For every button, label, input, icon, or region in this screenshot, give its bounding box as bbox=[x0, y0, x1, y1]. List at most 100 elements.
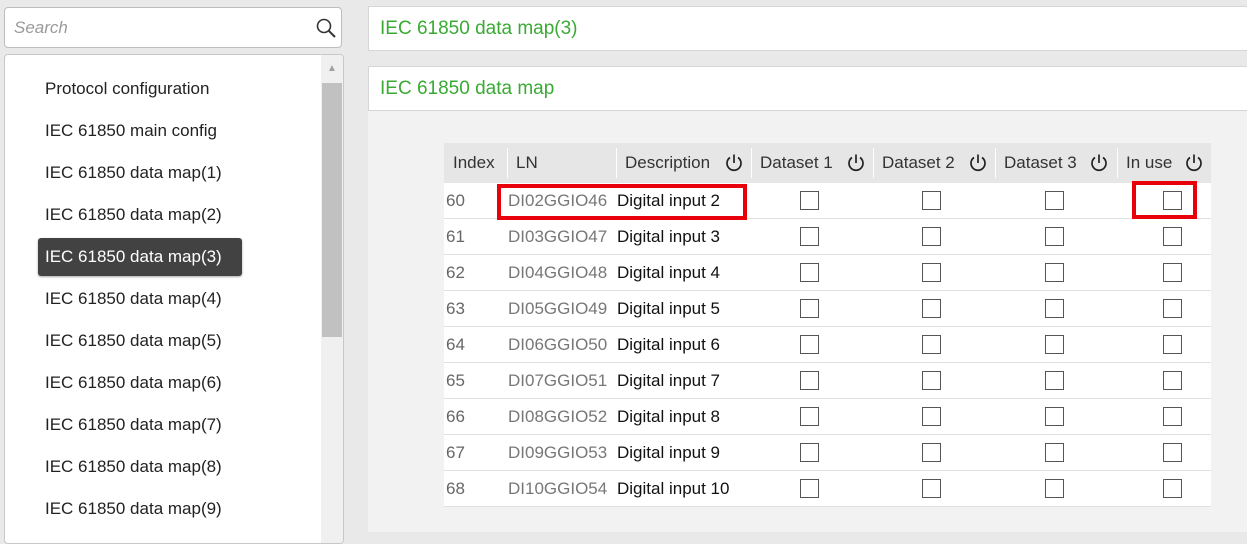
column-header-dataset3[interactable]: Dataset 3 bbox=[995, 143, 1117, 183]
dataset3-checkbox[interactable] bbox=[1045, 335, 1064, 354]
dataset2-checkbox[interactable] bbox=[922, 371, 941, 390]
row-ln: DI04GGIO48 bbox=[508, 263, 608, 282]
row-ln: DI06GGIO50 bbox=[508, 335, 608, 354]
row-index: 60 bbox=[446, 191, 465, 210]
row-index: 61 bbox=[446, 227, 465, 246]
row-ln: DI08GGIO52 bbox=[508, 407, 608, 426]
power-reset-icon[interactable] bbox=[724, 153, 744, 173]
column-header-description[interactable]: Description bbox=[616, 143, 751, 183]
power-reset-icon[interactable] bbox=[968, 153, 988, 173]
dataset1-checkbox[interactable] bbox=[800, 191, 819, 210]
dataset3-checkbox[interactable] bbox=[1045, 191, 1064, 210]
power-reset-icon[interactable] bbox=[1184, 153, 1204, 173]
dataset3-checkbox[interactable] bbox=[1045, 407, 1064, 426]
dataset2-checkbox[interactable] bbox=[922, 479, 941, 498]
in-use-checkbox[interactable] bbox=[1163, 191, 1182, 210]
dataset3-checkbox[interactable] bbox=[1045, 443, 1064, 462]
in-use-checkbox[interactable] bbox=[1163, 299, 1182, 318]
table-row: 60 DI02GGIO46 Digital input 2 bbox=[444, 183, 1211, 219]
row-index: 66 bbox=[446, 407, 465, 426]
in-use-checkbox[interactable] bbox=[1163, 335, 1182, 354]
dataset2-checkbox[interactable] bbox=[922, 443, 941, 462]
dataset1-checkbox[interactable] bbox=[800, 371, 819, 390]
sidebar-item[interactable]: Protocol configuration bbox=[38, 70, 216, 108]
sidebar-item[interactable]: IEC 61850 main config bbox=[38, 112, 224, 150]
dataset3-checkbox[interactable] bbox=[1045, 227, 1064, 246]
row-description: Digital input 10 bbox=[617, 479, 730, 498]
sidebar-item[interactable]: IEC 61850 data map(7) bbox=[38, 406, 229, 444]
section-title[interactable]: IEC 61850 data map bbox=[368, 66, 1247, 111]
column-header-dataset1[interactable]: Dataset 1 bbox=[751, 143, 873, 183]
sidebar-item[interactable]: IEC 61850 data map(2) bbox=[38, 196, 229, 234]
dataset1-checkbox[interactable] bbox=[800, 443, 819, 462]
column-header-ln: LN bbox=[507, 143, 616, 183]
dataset3-checkbox[interactable] bbox=[1045, 479, 1064, 498]
dataset1-checkbox[interactable] bbox=[800, 479, 819, 498]
row-description: Digital input 9 bbox=[617, 443, 721, 462]
dataset2-checkbox[interactable] bbox=[922, 299, 941, 318]
dataset1-checkbox[interactable] bbox=[800, 407, 819, 426]
in-use-checkbox[interactable] bbox=[1163, 407, 1182, 426]
table-row: 67 DI09GGIO53 Digital input 9 bbox=[444, 435, 1211, 471]
sidebar-item[interactable]: IEC 61850 data map(1) bbox=[38, 154, 229, 192]
search-input[interactable] bbox=[14, 16, 304, 40]
column-header-dataset2[interactable]: Dataset 2 bbox=[873, 143, 995, 183]
sidebar-item[interactable]: IEC 61850 data map(4) bbox=[38, 280, 229, 318]
dataset1-checkbox[interactable] bbox=[800, 299, 819, 318]
table-row: 61 DI03GGIO47 Digital input 3 bbox=[444, 219, 1211, 255]
in-use-checkbox[interactable] bbox=[1163, 263, 1182, 282]
sidebar-item[interactable]: IEC 61850 data map(9) bbox=[38, 490, 229, 528]
dataset2-checkbox[interactable] bbox=[922, 335, 941, 354]
dataset2-checkbox[interactable] bbox=[922, 227, 941, 246]
column-header-in-use[interactable]: In use bbox=[1117, 143, 1211, 183]
row-ln: DI05GGIO49 bbox=[508, 299, 608, 318]
row-description: Digital input 7 bbox=[617, 371, 721, 390]
dataset3-checkbox[interactable] bbox=[1045, 263, 1064, 282]
search-box[interactable] bbox=[4, 7, 342, 48]
table-row: 68 DI10GGIO54 Digital input 10 bbox=[444, 471, 1211, 507]
dataset2-checkbox[interactable] bbox=[922, 263, 941, 282]
page-title: IEC 61850 data map(3) bbox=[368, 6, 1247, 51]
scrollbar-thumb[interactable] bbox=[322, 83, 342, 337]
row-description: Digital input 6 bbox=[617, 335, 721, 354]
table-row: 62 DI04GGIO48 Digital input 4 bbox=[444, 255, 1211, 291]
row-index: 68 bbox=[446, 479, 465, 498]
search-icon[interactable] bbox=[315, 17, 337, 39]
dataset2-checkbox[interactable] bbox=[922, 407, 941, 426]
row-ln: DI03GGIO47 bbox=[508, 227, 608, 246]
in-use-checkbox[interactable] bbox=[1163, 227, 1182, 246]
table-row: 63 DI05GGIO49 Digital input 5 bbox=[444, 291, 1211, 327]
scrollbar[interactable]: ▲ bbox=[321, 55, 343, 543]
sidebar-item[interactable]: IEC 61850 data map(5) bbox=[38, 322, 229, 360]
sidebar-item[interactable]: IEC 61850 data map(6) bbox=[38, 364, 229, 402]
dataset3-checkbox[interactable] bbox=[1045, 371, 1064, 390]
table-header: Index LN Description Dataset 1 Dataset 2… bbox=[444, 143, 1211, 183]
dataset1-checkbox[interactable] bbox=[800, 335, 819, 354]
sidebar-item[interactable]: IEC 61850 data map(8) bbox=[38, 448, 229, 486]
in-use-checkbox[interactable] bbox=[1163, 479, 1182, 498]
scroll-up-icon[interactable]: ▲ bbox=[321, 55, 343, 81]
row-ln: DI09GGIO53 bbox=[508, 443, 608, 462]
table-row: 65 DI07GGIO51 Digital input 7 bbox=[444, 363, 1211, 399]
power-reset-icon[interactable] bbox=[846, 153, 866, 173]
table-row: 64 DI06GGIO50 Digital input 6 bbox=[444, 327, 1211, 363]
dataset3-checkbox[interactable] bbox=[1045, 299, 1064, 318]
row-ln: DI02GGIO46 bbox=[508, 191, 608, 210]
dataset1-checkbox[interactable] bbox=[800, 227, 819, 246]
row-description: Digital input 2 bbox=[617, 191, 721, 210]
row-ln: DI10GGIO54 bbox=[508, 479, 608, 498]
row-description: Digital input 4 bbox=[617, 263, 721, 282]
table-row: 66 DI08GGIO52 Digital input 8 bbox=[444, 399, 1211, 435]
in-use-checkbox[interactable] bbox=[1163, 443, 1182, 462]
power-reset-icon[interactable] bbox=[1089, 153, 1109, 173]
column-header-index: Index bbox=[453, 153, 495, 172]
sidebar-item[interactable]: IEC 61850 data map(3) bbox=[38, 238, 242, 276]
row-description: Digital input 3 bbox=[617, 227, 721, 246]
sidebar: Protocol configuration IEC 61850 main con… bbox=[0, 0, 356, 544]
row-ln: DI07GGIO51 bbox=[508, 371, 608, 390]
in-use-checkbox[interactable] bbox=[1163, 371, 1182, 390]
row-index: 62 bbox=[446, 263, 465, 282]
dataset2-checkbox[interactable] bbox=[922, 191, 941, 210]
row-description: Digital input 5 bbox=[617, 299, 721, 318]
dataset1-checkbox[interactable] bbox=[800, 263, 819, 282]
